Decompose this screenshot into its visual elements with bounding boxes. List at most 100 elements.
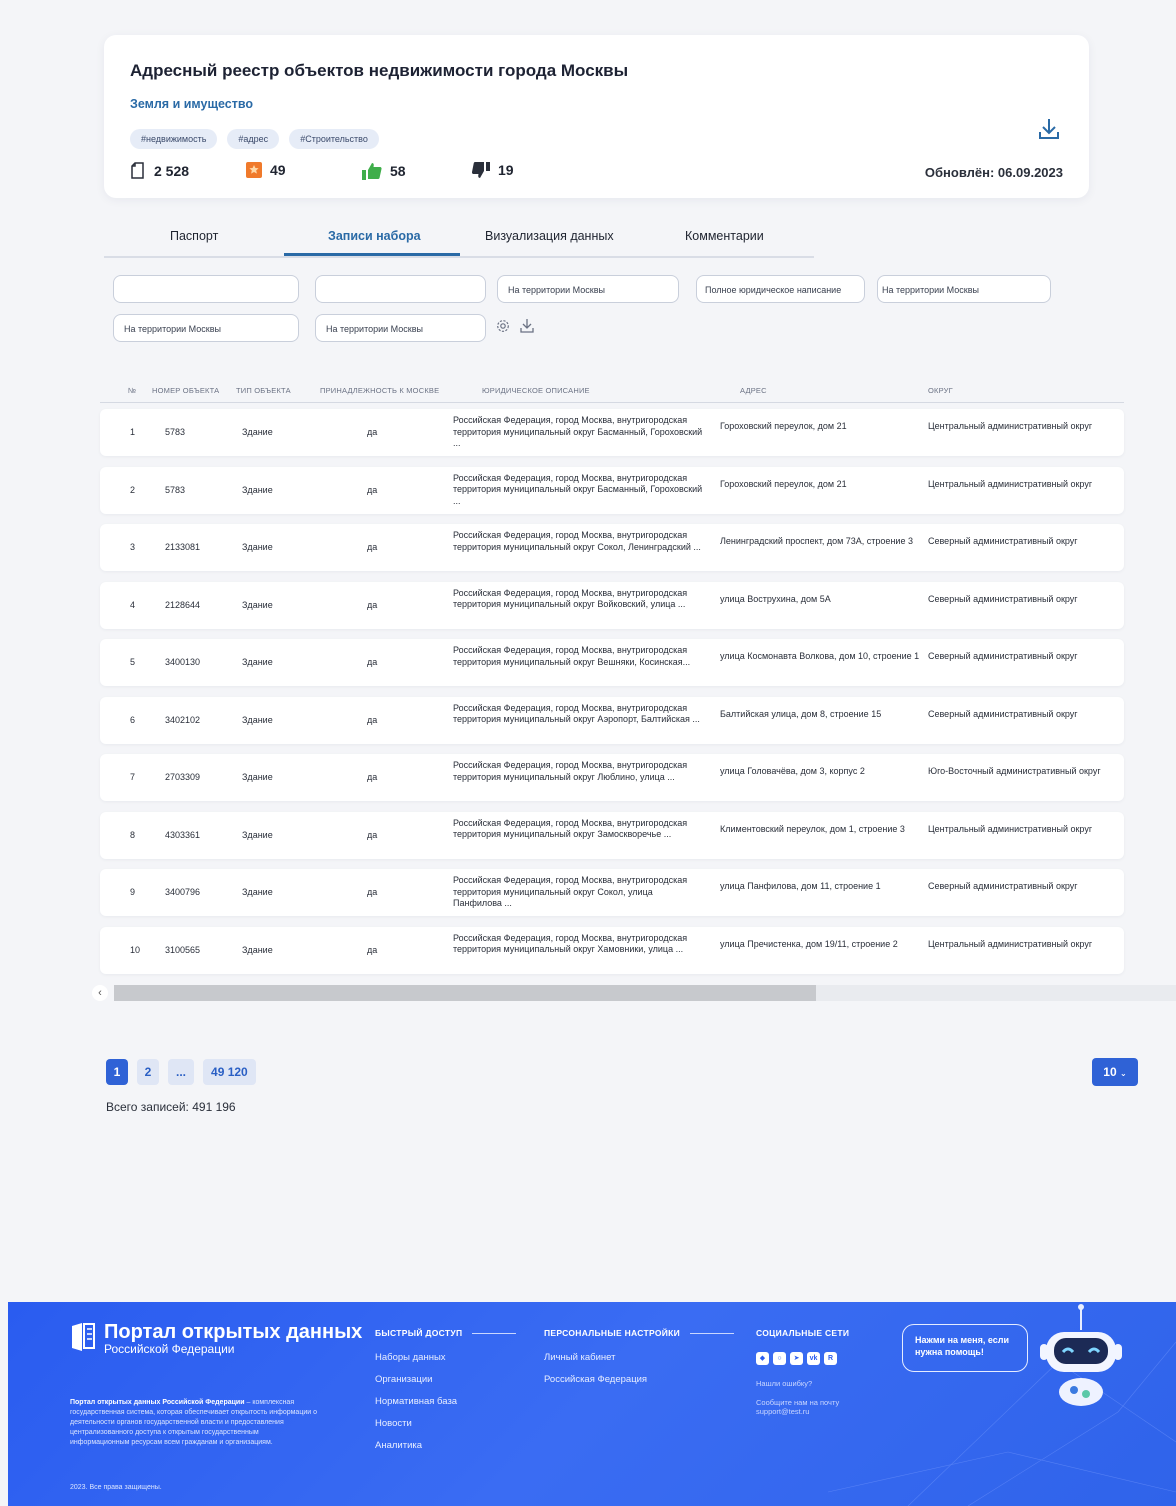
page-ellipsis[interactable]: ...: [168, 1059, 195, 1085]
legal-description-cell: Российская Федерация, город Москва, внут…: [453, 645, 691, 667]
table-row[interactable]: 10 3100565 Здание да Российская Федерация, г…: [100, 926, 1124, 974]
object-type-cell: Здание: [242, 829, 273, 840]
object-number-cell: 2703309: [165, 772, 201, 782]
portal-description-text: – комплексная государственная система, к…: [70, 1399, 317, 1446]
column-header[interactable]: ЮРИДИЧЕСКОЕ ОПИСАНИЕ: [482, 386, 590, 395]
legal-description-cell: Российская Федерация, город Москва, внут…: [453, 530, 701, 552]
table-row[interactable]: 5 3400130 Здание да Российская Федерация, го…: [100, 639, 1124, 686]
tab-comments[interactable]: Комментарии: [685, 229, 764, 243]
filter-input[interactable]: На территории Москвы: [315, 314, 486, 342]
object-number-cell: 5783: [165, 484, 186, 495]
stat-bookmarks-value: 49: [270, 162, 286, 178]
footer-link[interactable]: Организации: [375, 1374, 516, 1385]
stat-likes[interactable]: 58: [362, 162, 406, 180]
footer-link[interactable]: Нормативная база: [375, 1396, 516, 1407]
stat-dislikes[interactable]: 19: [472, 162, 514, 178]
row-number-cell: 9: [130, 887, 136, 897]
filter-input[interactable]: Полное юридическое написание: [696, 275, 865, 303]
stat-bookmarks[interactable]: 49: [246, 162, 286, 178]
belongs-to-moscow-cell: да: [367, 944, 378, 955]
dataset-category[interactable]: Земля и имущество: [130, 97, 253, 111]
object-type-cell: Здание: [242, 714, 273, 725]
footer-link[interactable]: Наборы данных: [375, 1352, 516, 1363]
scroll-left-icon[interactable]: ‹: [92, 985, 108, 1001]
column-header[interactable]: ПРИНАДЛЕЖНОСТЬ К МОСКВЕ: [320, 386, 439, 395]
table-row[interactable]: 8 4303361 Здание да Российская Федерация, го…: [100, 811, 1124, 859]
object-type-cell: Здание: [242, 944, 273, 955]
filter-input[interactable]: На территории Москвы: [497, 275, 679, 303]
active-tab-indicator: [284, 253, 460, 256]
belongs-to-moscow-cell: да: [367, 427, 378, 437]
footer-link[interactable]: Личный кабинет: [544, 1352, 734, 1363]
rutube-icon[interactable]: R: [824, 1352, 837, 1365]
object-type-cell: Здание: [242, 484, 273, 495]
table-row[interactable]: 4 2128644 Здание да Российская Федерация, го…: [100, 581, 1124, 629]
legal-description-cell: Российская Федерация, город Москва, внут…: [453, 932, 688, 955]
footer-link[interactable]: Новости: [375, 1418, 516, 1429]
footer-link[interactable]: Российская Федерация: [544, 1374, 734, 1385]
ok-icon[interactable]: ○: [773, 1352, 786, 1365]
total-records: Всего записей: 491 196: [106, 1100, 236, 1114]
address-cell: улица Головачёва, дом 3, корпус 2: [720, 766, 865, 776]
filter-input[interactable]: На территории Москвы: [877, 275, 1051, 303]
tag[interactable]: #Строительство: [289, 129, 379, 149]
footer-link[interactable]: Аналитика: [375, 1440, 516, 1451]
table-row[interactable]: 3 2133081 Здание да Российская Федерация, го…: [100, 524, 1124, 571]
stat-docs-value: 2 528: [154, 162, 190, 179]
row-number-cell: 10: [130, 944, 141, 955]
address-cell: улица Пречистенка, дом 19/11, строение 2: [720, 938, 898, 949]
tag[interactable]: #недвижимость: [130, 129, 218, 149]
page-button[interactable]: 2: [137, 1059, 159, 1085]
settings-icon[interactable]: [496, 319, 510, 333]
address-cell: улица Космонавта Волкова, дом 10, строен…: [720, 651, 920, 661]
column-header[interactable]: ОКРУГ: [928, 386, 953, 395]
report-error-link[interactable]: Нашли ошибку?: [756, 1379, 849, 1388]
chevron-down-icon: ⌄: [1120, 1069, 1127, 1078]
portal-logo-icon: [72, 1323, 95, 1351]
filter-input[interactable]: [315, 275, 486, 303]
column-header[interactable]: НОМЕР ОБЪЕКТА: [152, 386, 219, 395]
district-cell: Северный административный округ: [928, 593, 1078, 604]
thumbs-up-icon: [362, 163, 382, 180]
belongs-to-moscow-cell: да: [367, 599, 378, 610]
object-number-cell: 2133081: [165, 542, 201, 552]
stat-likes-value: 58: [390, 163, 406, 179]
download-button[interactable]: [1039, 118, 1059, 145]
tab-passport[interactable]: Паспорт: [170, 229, 218, 243]
page-button[interactable]: 1: [106, 1059, 128, 1085]
vk-icon[interactable]: vk: [807, 1352, 820, 1365]
download-icon[interactable]: [520, 318, 534, 333]
tab-records[interactable]: Записи набора: [328, 229, 421, 243]
robot-assistant-icon[interactable]: [1036, 1302, 1126, 1417]
mail-link[interactable]: support@test.ru: [756, 1407, 849, 1416]
address-cell: улица Панфилова, дом 11, строение 1: [720, 881, 881, 891]
table-row[interactable]: 9 3400796 Здание да Российская Федерация, го…: [100, 869, 1124, 916]
table-row[interactable]: 7 2703309 Здание да Российская Федерация, го…: [100, 754, 1124, 801]
personal-settings-heading: ПЕРСОНАЛЬНЫЕ НАСТРОЙКИ: [544, 1328, 681, 1338]
filter-input[interactable]: [113, 275, 299, 303]
footer-logo[interactable]: Портал открытых данных Российской Федера…: [70, 1322, 362, 1356]
per-page-select[interactable]: 10 ⌄: [1092, 1058, 1138, 1086]
filter-input[interactable]: На территории Москвы: [113, 314, 299, 342]
horizontal-scrollbar[interactable]: ‹: [90, 985, 1176, 1001]
scroll-thumb[interactable]: [114, 985, 816, 1001]
table-row[interactable]: 1 5783 Здание да Российская Федерация, город…: [100, 409, 1124, 456]
table-row[interactable]: 6 3402102 Здание да Российская Федерация, го…: [100, 696, 1124, 744]
gosuslugi-icon[interactable]: ◆: [756, 1352, 769, 1365]
address-cell: улица Вострухина, дом 5А: [720, 593, 831, 604]
column-header[interactable]: ТИП ОБЪЕКТА: [236, 386, 291, 395]
telegram-icon[interactable]: ➤: [790, 1352, 803, 1365]
bookmark-star-icon: [246, 162, 262, 178]
stat-dislikes-value: 19: [498, 162, 514, 178]
tag[interactable]: #адрес: [227, 129, 280, 149]
page-button[interactable]: 49 120: [203, 1059, 256, 1085]
column-header[interactable]: АДРЕС: [740, 386, 767, 395]
table-row[interactable]: 2 5783 Здание да Российская Федерация, город…: [100, 466, 1124, 514]
row-number-cell: 5: [130, 657, 136, 667]
object-number-cell: 3402102: [165, 714, 201, 725]
help-bubble[interactable]: Нажми на меня, если нужна помощь!: [902, 1324, 1028, 1372]
district-cell: Центральный административный округ: [928, 938, 1093, 949]
tab-visualization[interactable]: Визуализация данных: [485, 229, 614, 243]
object-type-cell: Здание: [242, 772, 273, 782]
tag-list: #недвижимость #адрес #Строительство: [130, 129, 379, 149]
